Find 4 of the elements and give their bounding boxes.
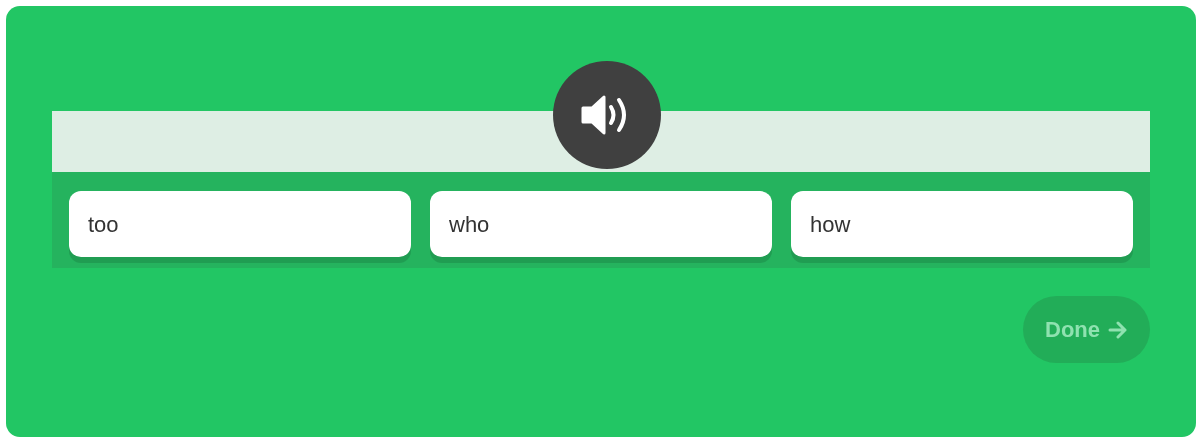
word-choice[interactable]: how — [791, 191, 1133, 257]
word-choice[interactable]: too — [69, 191, 411, 257]
arrow-icon — [1108, 320, 1128, 339]
word-choice[interactable]: who — [430, 191, 772, 257]
